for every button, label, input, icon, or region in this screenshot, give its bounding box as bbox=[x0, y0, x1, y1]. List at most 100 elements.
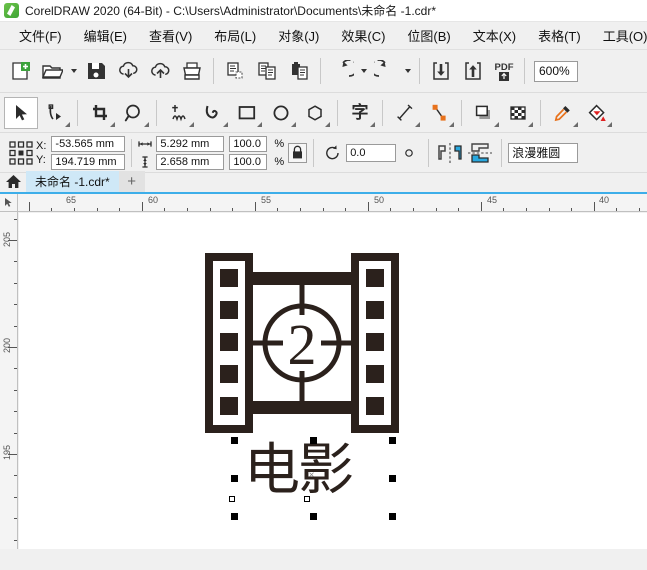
copy-button[interactable] bbox=[251, 54, 283, 88]
add-document-tab-button[interactable]: + bbox=[118, 171, 145, 192]
ruler-h-minor-tick bbox=[209, 208, 211, 211]
font-name-input[interactable]: 浪漫雅圆 bbox=[508, 142, 579, 163]
drop-shadow-flyout-icon[interactable] bbox=[494, 121, 499, 127]
crop-tool-flyout-icon[interactable] bbox=[110, 121, 115, 127]
selection-handle-middle-left[interactable] bbox=[231, 475, 238, 482]
undo-button[interactable] bbox=[326, 54, 358, 88]
window-title: CorelDRAW 2020 (64-Bit) - C:\Users\Admin… bbox=[25, 4, 436, 18]
eyedropper-flyout-icon[interactable] bbox=[573, 121, 578, 127]
text-node-handle-first[interactable] bbox=[229, 496, 235, 502]
scale-x-input[interactable]: 100.0 bbox=[229, 135, 268, 152]
rotation-angle-input[interactable]: 0.0 bbox=[346, 143, 397, 162]
menu-item-table[interactable]: 表格(T) bbox=[527, 23, 592, 48]
vertical-ruler[interactable]: 205 200 195 bbox=[0, 212, 18, 549]
export-button[interactable] bbox=[457, 54, 489, 88]
save-document-button[interactable] bbox=[80, 54, 112, 88]
lock-ratio-button[interactable] bbox=[288, 142, 308, 163]
menu-item-edit[interactable]: 编辑(E) bbox=[73, 23, 138, 48]
x-position-input[interactable]: -53.565 mm bbox=[51, 135, 126, 152]
home-tab-button[interactable] bbox=[0, 171, 26, 192]
rotation-reset-button[interactable] bbox=[320, 140, 346, 166]
ruler-v-minor-tick bbox=[14, 325, 17, 327]
freehand-tool-button[interactable] bbox=[162, 97, 196, 129]
export-pdf-button[interactable]: PDF bbox=[489, 54, 519, 88]
text-object-movie[interactable]: 电影 bbox=[244, 443, 354, 499]
mirror-vertical-button[interactable] bbox=[465, 140, 495, 166]
ellipse-tool-flyout-icon[interactable] bbox=[291, 121, 296, 127]
dimension-tool-flyout-icon[interactable] bbox=[415, 121, 420, 127]
object-origin-selector[interactable] bbox=[6, 138, 36, 168]
redo-button[interactable] bbox=[370, 54, 402, 88]
horizontal-ruler[interactable]: 65 60 55 50 45 40 bbox=[18, 194, 647, 212]
open-document-dropdown[interactable] bbox=[68, 54, 80, 88]
ellipse-tool-button[interactable] bbox=[264, 97, 298, 129]
cut-button[interactable] bbox=[219, 54, 251, 88]
menu-item-bitmaps[interactable]: 位图(B) bbox=[396, 23, 461, 48]
transparency-checker-icon bbox=[510, 105, 526, 120]
document-canvas[interactable]: 2 电影 × bbox=[19, 213, 647, 549]
import-button[interactable] bbox=[425, 54, 457, 88]
undo-dropdown[interactable] bbox=[358, 54, 370, 88]
object-width-input[interactable]: 5.292 mm bbox=[156, 135, 225, 152]
menu-item-text[interactable]: 文本(X) bbox=[462, 23, 527, 48]
menu-item-view[interactable]: 查看(V) bbox=[138, 23, 203, 48]
text-tool-button[interactable]: 字 bbox=[343, 97, 377, 129]
scale-y-input[interactable]: 100.0 bbox=[229, 153, 268, 170]
menu-item-tools[interactable]: 工具(O) bbox=[592, 23, 647, 48]
scale-y-row: 100.0 % bbox=[229, 153, 284, 170]
text-node-handle-second[interactable] bbox=[304, 496, 310, 502]
ruler-h-minor-tick bbox=[322, 208, 324, 211]
coreldraw-logo-icon bbox=[4, 3, 19, 18]
selection-handle-middle-right[interactable] bbox=[389, 475, 396, 482]
y-position-input[interactable]: 194.719 mm bbox=[51, 153, 126, 170]
connector-tool-button[interactable] bbox=[422, 97, 456, 129]
mirror-horizontal-button[interactable] bbox=[435, 140, 465, 166]
selection-handle-bottom-left[interactable] bbox=[231, 513, 238, 520]
open-document-button[interactable] bbox=[36, 54, 68, 88]
selection-handle-top-left[interactable] bbox=[231, 437, 238, 444]
object-height-input[interactable]: 2.658 mm bbox=[156, 153, 225, 170]
crop-tool-button[interactable] bbox=[83, 97, 117, 129]
selection-handle-top-center[interactable] bbox=[310, 437, 317, 444]
color-eyedropper-tool-button[interactable] bbox=[546, 97, 580, 129]
document-tab-untitled[interactable]: 未命名 -1.cdr* bbox=[26, 171, 119, 192]
artistic-media-tool-button[interactable] bbox=[196, 97, 230, 129]
connector-tool-flyout-icon[interactable] bbox=[449, 121, 454, 127]
shape-tool-flyout-icon[interactable] bbox=[65, 121, 70, 127]
freehand-tool-flyout-icon[interactable] bbox=[189, 121, 194, 127]
shape-tool-button[interactable] bbox=[38, 97, 72, 129]
download-from-cloud-button[interactable] bbox=[112, 54, 144, 88]
rectangle-tool-flyout-icon[interactable] bbox=[257, 121, 262, 127]
menu-item-object[interactable]: 对象(J) bbox=[267, 23, 330, 48]
text-character-icon: 字 bbox=[351, 103, 369, 122]
menu-item-file[interactable]: 文件(F) bbox=[8, 23, 73, 48]
paste-button[interactable] bbox=[283, 54, 315, 88]
menu-item-effects[interactable]: 效果(C) bbox=[330, 23, 396, 48]
pick-tool-button[interactable] bbox=[4, 96, 38, 129]
upload-to-cloud-button[interactable] bbox=[144, 54, 176, 88]
transparency-flyout-icon[interactable] bbox=[528, 121, 533, 127]
print-button[interactable] bbox=[176, 54, 208, 88]
dimension-tool-button[interactable] bbox=[388, 97, 422, 129]
text-tool-flyout-icon[interactable] bbox=[370, 121, 375, 127]
selection-handle-bottom-center[interactable] bbox=[310, 513, 317, 520]
rectangle-tool-button[interactable] bbox=[230, 97, 264, 129]
zoom-tool-flyout-icon[interactable] bbox=[144, 121, 149, 127]
polygon-tool-button[interactable] bbox=[298, 97, 332, 129]
menu-item-layout[interactable]: 布局(L) bbox=[203, 23, 267, 48]
selection-handle-top-right[interactable] bbox=[389, 437, 396, 444]
drop-shadow-tool-button[interactable] bbox=[467, 97, 501, 129]
film-strip-countdown-graphic[interactable]: 2 bbox=[202, 253, 402, 433]
ruler-origin-corner[interactable] bbox=[0, 194, 18, 212]
polygon-tool-flyout-icon[interactable] bbox=[325, 121, 330, 127]
new-document-button[interactable] bbox=[4, 54, 36, 88]
zoom-level-input[interactable]: 600% bbox=[534, 60, 578, 82]
artistic-media-icon bbox=[205, 105, 218, 118]
zoom-tool-button[interactable] bbox=[117, 97, 151, 129]
selection-handle-bottom-right[interactable] bbox=[389, 513, 396, 520]
fill-tool-flyout-icon[interactable] bbox=[607, 121, 612, 127]
redo-dropdown[interactable] bbox=[402, 54, 414, 88]
transparency-tool-button[interactable] bbox=[501, 97, 535, 129]
artistic-media-flyout-icon[interactable] bbox=[223, 121, 228, 127]
interactive-fill-tool-button[interactable] bbox=[580, 97, 614, 129]
